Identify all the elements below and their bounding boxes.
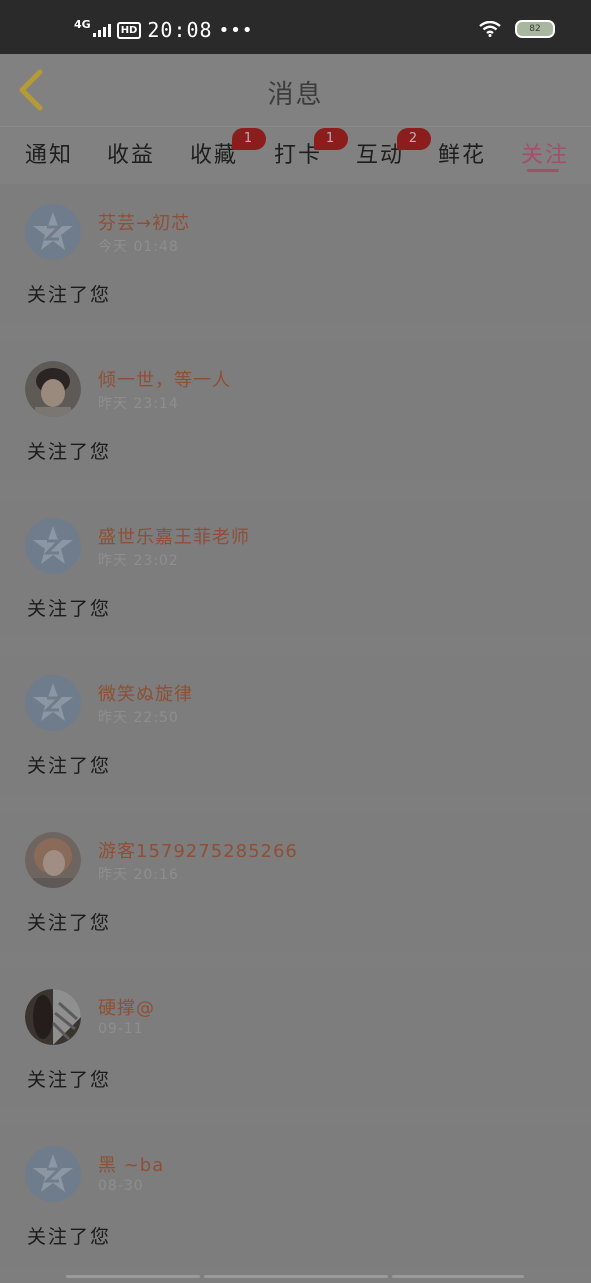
message-time: 09-11 bbox=[98, 1021, 144, 1037]
tab-notifications[interactable]: 通知 bbox=[25, 137, 73, 169]
signal-icon bbox=[92, 23, 111, 37]
tab-earnings[interactable]: 收益 bbox=[107, 137, 155, 169]
wifi-icon bbox=[479, 21, 501, 37]
tab-label: 收藏 bbox=[190, 143, 239, 168]
user-name[interactable]: 芬芸→初芯 bbox=[98, 209, 190, 235]
default-avatar-icon[interactable] bbox=[25, 518, 81, 574]
default-avatar-icon[interactable] bbox=[25, 1146, 81, 1202]
message-text: 关注了您 bbox=[27, 755, 112, 777]
more-notifications-icon: ••• bbox=[218, 19, 254, 41]
active-tab-indicator bbox=[527, 169, 559, 172]
unread-badge: 1 bbox=[232, 128, 266, 150]
message-time: 今天 01:48 bbox=[98, 239, 179, 255]
tab-favorites[interactable]: 收藏 1 bbox=[190, 128, 266, 169]
list-item[interactable]: 倾一世，等一人 昨天 23:14 关注了您 bbox=[0, 341, 591, 481]
status-bar: 4G HD 20:08 ••• 82 bbox=[0, 0, 591, 54]
message-time: 昨天 23:14 bbox=[98, 396, 179, 412]
tab-label: 关注 bbox=[521, 143, 570, 168]
user-name[interactable]: 黑 ~ba bbox=[98, 1151, 164, 1177]
message-time: 昨天 22:50 bbox=[98, 710, 179, 726]
user-name[interactable]: 倾一世，等一人 bbox=[98, 366, 231, 392]
list-item[interactable]: 硬撑@ 09-11 关注了您 bbox=[0, 969, 591, 1109]
hd-icon: HD bbox=[116, 21, 142, 39]
tab-label: 鲜花 bbox=[438, 143, 487, 168]
tab-checkin[interactable]: 打卡 1 bbox=[274, 128, 348, 169]
user-name[interactable]: 游客1579275285266 bbox=[98, 837, 298, 863]
message-text: 关注了您 bbox=[27, 441, 112, 463]
battery-icon: 82 bbox=[515, 20, 555, 38]
tab-label: 收益 bbox=[107, 143, 156, 168]
user-name[interactable]: 微笑ぬ旋律 bbox=[98, 680, 193, 706]
tab-label: 通知 bbox=[25, 143, 74, 168]
message-text: 关注了您 bbox=[27, 1226, 112, 1248]
list-item[interactable]: 游客1579275285266 昨天 20:16 关注了您 bbox=[0, 812, 591, 952]
gesture-bar bbox=[0, 1273, 591, 1280]
message-text: 关注了您 bbox=[27, 284, 112, 306]
app-bar: 消息 bbox=[0, 54, 591, 126]
tab-flowers[interactable]: 鲜花 bbox=[438, 137, 486, 169]
message-text: 关注了您 bbox=[27, 598, 112, 620]
list-item[interactable]: 微笑ぬ旋律 昨天 22:50 关注了您 bbox=[0, 655, 591, 795]
list-item[interactable]: 黑 ~ba 08-30 关注了您 bbox=[0, 1126, 591, 1266]
user-photo-avatar[interactable] bbox=[25, 832, 81, 888]
list-item[interactable]: 盛世乐嘉王菲老师 昨天 23:02 关注了您 bbox=[0, 498, 591, 638]
status-right: 82 bbox=[479, 20, 555, 38]
message-text: 关注了您 bbox=[27, 912, 112, 934]
user-name[interactable]: 盛世乐嘉王菲老师 bbox=[98, 523, 250, 549]
unread-badge: 1 bbox=[314, 128, 348, 150]
user-photo-avatar[interactable] bbox=[25, 989, 81, 1045]
default-avatar-icon[interactable] bbox=[25, 204, 81, 260]
message-list: 芬芸→初芯 今天 01:48 关注了您 倾一世，等一人 昨天 23:14 关注了… bbox=[0, 184, 591, 1283]
user-photo-avatar[interactable] bbox=[25, 361, 81, 417]
list-item[interactable]: 芬芸→初芯 今天 01:48 关注了您 bbox=[0, 184, 591, 324]
default-avatar-icon[interactable] bbox=[25, 675, 81, 731]
message-time: 08-30 bbox=[98, 1178, 144, 1194]
status-left: 4G HD 20:08 ••• bbox=[74, 18, 253, 42]
message-text: 关注了您 bbox=[27, 1069, 112, 1091]
user-name[interactable]: 硬撑@ bbox=[98, 994, 155, 1020]
page-title: 消息 bbox=[267, 80, 324, 110]
message-time: 昨天 23:02 bbox=[98, 553, 179, 569]
message-time: 昨天 20:16 bbox=[98, 867, 179, 883]
clock: 20:08 bbox=[147, 18, 213, 42]
tab-following[interactable]: 关注 bbox=[521, 137, 569, 169]
tab-bar: 通知 收益 收藏 1 打卡 1 互动 2 鲜花 关注 bbox=[0, 126, 591, 185]
unread-badge: 2 bbox=[397, 128, 431, 150]
tab-interactions[interactable]: 互动 2 bbox=[356, 128, 431, 169]
network-type: 4G bbox=[74, 17, 91, 31]
